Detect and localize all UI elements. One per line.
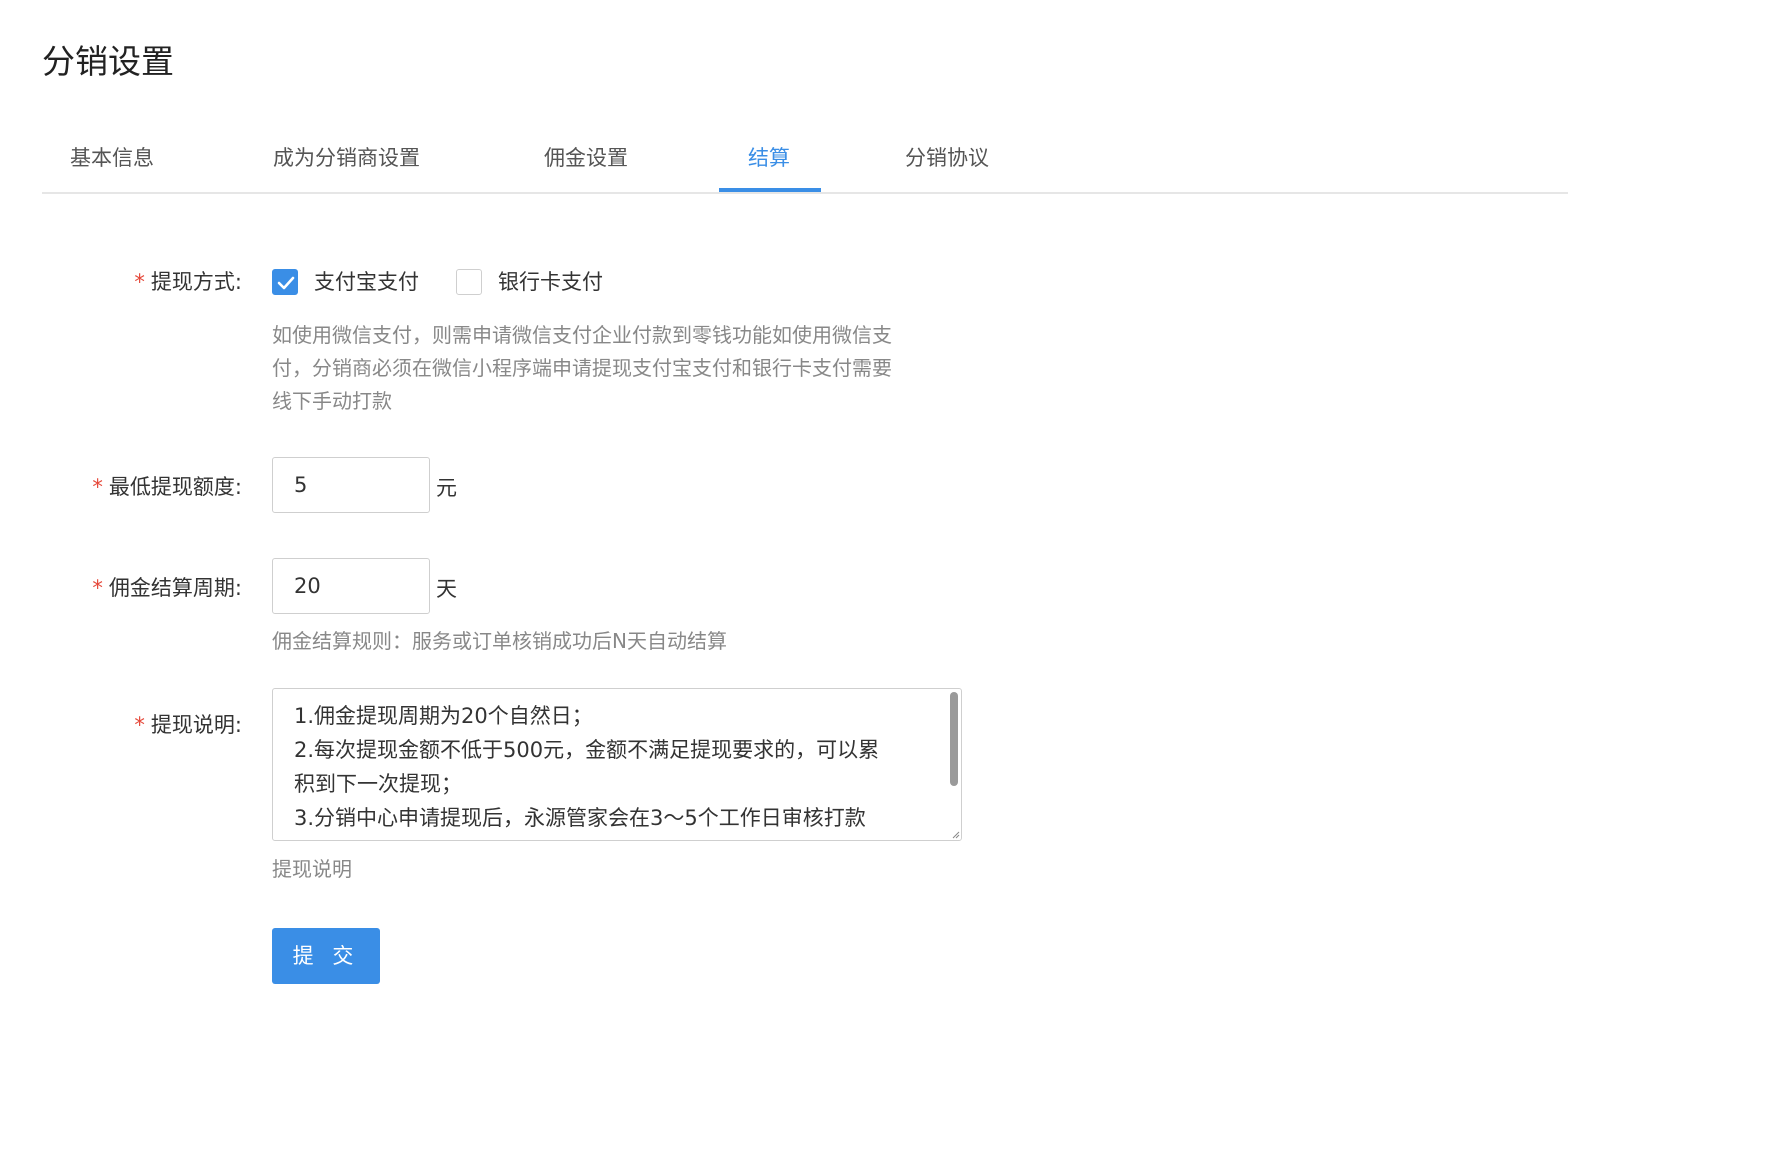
page-title: 分销设置 [42,42,174,81]
tab-distribution-agreement[interactable]: 分销协议 [905,130,989,192]
withdraw-note-textarea[interactable]: 1.佣金提现周期为20个自然日； 2.每次提现金额不低于500元，金额不满足提现… [272,688,962,841]
required-mark: * [134,713,145,737]
withdraw-method-hint: 如使用微信支付，则需申请微信支付企业付款到零钱功能如使用微信支 付，分销商必须在… [272,323,892,413]
withdraw-note-hint: 提现说明 [272,857,352,881]
settle-cycle-hint: 佣金结算规则：服务或订单核销成功后N天自动结算 [272,629,727,653]
submit-button[interactable]: 提 交 [272,928,380,984]
tab-settlement[interactable]: 结算 [748,130,790,192]
min-withdraw-unit: 元 [436,476,457,500]
bank-card-option-label[interactable]: 银行卡支付 [498,266,603,296]
settle-cycle-unit: 天 [436,577,457,601]
bank-card-checkbox[interactable] [456,269,482,295]
withdraw-note-text: 1.佣金提现周期为20个自然日； 2.每次提现金额不低于500元，金额不满足提现… [294,704,880,830]
min-withdraw-input[interactable]: 5 [272,457,430,513]
required-mark: * [92,475,103,499]
check-icon [277,276,295,290]
settle-cycle-input[interactable]: 20 [272,558,430,614]
tab-basic-info[interactable]: 基本信息 [70,130,154,192]
tab-bar: 基本信息 成为分销商设置 佣金设置 结算 分销协议 [42,130,1568,194]
required-mark: * [134,270,145,294]
active-tab-indicator [719,188,821,192]
textarea-scrollbar[interactable] [950,692,958,786]
tab-commission-settings[interactable]: 佣金设置 [544,130,628,192]
tab-become-distributor[interactable]: 成为分销商设置 [273,130,420,192]
required-mark: * [92,576,103,600]
alipay-checkbox[interactable] [272,269,298,295]
alipay-option-label[interactable]: 支付宝支付 [314,266,419,296]
min-withdraw-label: * 最低提现额度: [92,475,242,499]
settle-cycle-label: * 佣金结算周期: [92,576,242,600]
resize-handle-icon[interactable] [950,829,960,839]
withdraw-note-label: * 提现说明: [134,713,242,737]
withdraw-method-label: * 提现方式: [134,270,242,294]
